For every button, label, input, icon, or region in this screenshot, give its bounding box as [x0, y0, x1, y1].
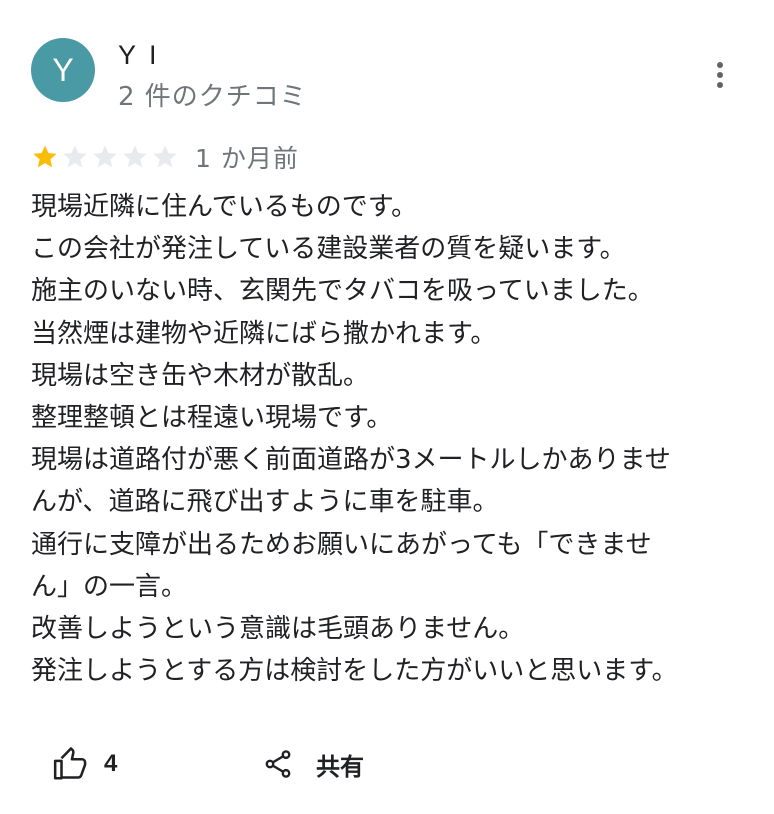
star-filled-icon: [33, 145, 57, 168]
rating-row: 1 か月前: [31, 140, 299, 174]
review-text-line: 現場近隣に住んでいるものです。: [31, 192, 418, 222]
review-date: 1 か月前: [195, 144, 299, 173]
star-empty-icon: [63, 145, 87, 168]
review-text-line: この会社が発注している建設業者の質を疑います。: [31, 234, 626, 265]
review-text-line: ん」の一言。: [31, 571, 188, 602]
thumbs-up-icon: [53, 747, 87, 780]
star-empty-icon: [123, 145, 147, 168]
review-card: Y Y I 2 件のクチコミ 1 か月前 現場近隣に住んでいるものです。この会社…: [0, 0, 774, 814]
like-button[interactable]: 4: [52, 742, 117, 786]
review-text-line: 発注しようとする方は検討をした方がいいと思います。: [31, 656, 678, 687]
review-text-line: 整理整頓とは程遠い現場です。: [31, 403, 393, 434]
review-text: 現場近隣に住んでいるものです。この会社が発注している建設業者の質を疑います。 施主…: [31, 186, 736, 692]
share-label: 共有: [316, 752, 364, 781]
review-text-line: 施主のいない時、玄関先でタバコを吸っていました。: [31, 276, 654, 307]
review-text-line: 現場は道路付が悪く前面道路が3メートルしかありませ: [31, 445, 671, 476]
like-count: 4: [104, 750, 118, 777]
avatar-initial: Y: [52, 51, 74, 88]
share-icon: [265, 750, 291, 778]
review-text-line: 改善しようという意識は毛頭ありません。: [31, 614, 525, 645]
review-text-line: 現場は空き缶や木材が散乱。: [31, 360, 370, 391]
share-button[interactable]: 共有: [262, 742, 364, 786]
more-vertical-icon: [717, 62, 723, 88]
star-rating: [31, 143, 179, 171]
star-empty-icon: [93, 145, 117, 168]
reviewer-review-count[interactable]: 2 件のクチコミ: [118, 76, 307, 113]
reviewer-name[interactable]: Y I: [118, 40, 160, 71]
avatar[interactable]: Y: [31, 38, 95, 102]
more-options-button[interactable]: [703, 58, 737, 92]
star-empty-icon: [153, 145, 177, 168]
review-text-line: 通行に支障が出るためお願いにあがっても「できませ: [31, 529, 652, 560]
review-text-line: んが、道路に飛び出すように車を駐車。: [31, 487, 499, 518]
review-text-line: 当然煙は建物や近隣にばら撒かれます。: [31, 318, 497, 349]
